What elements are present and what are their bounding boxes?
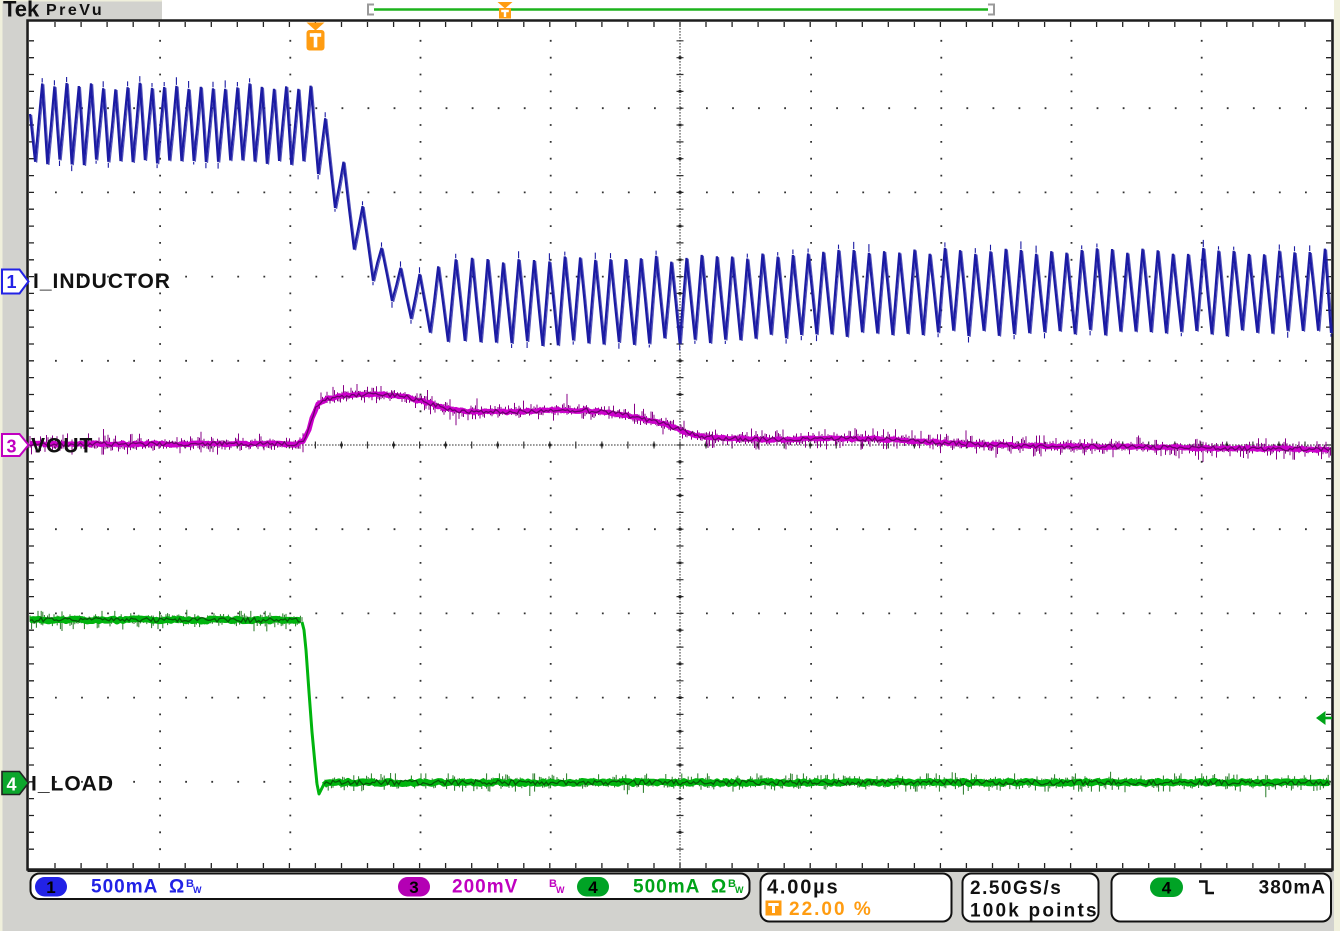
svg-text:W: W — [556, 885, 565, 895]
svg-text:380mA: 380mA — [1259, 878, 1326, 899]
svg-text:500mA: 500mA — [633, 877, 700, 898]
svg-text:W: W — [193, 885, 202, 895]
svg-text:I_INDUCTOR: I_INDUCTOR — [33, 270, 171, 293]
svg-text:Ω: Ω — [711, 877, 726, 898]
svg-text:PreVu: PreVu — [46, 2, 104, 19]
svg-text:3: 3 — [409, 878, 418, 897]
svg-text:100k points: 100k points — [970, 901, 1099, 922]
svg-text:4: 4 — [588, 878, 598, 897]
svg-text:500mA: 500mA — [91, 877, 158, 898]
svg-text:200mV: 200mV — [452, 877, 518, 898]
svg-text:I_LOAD: I_LOAD — [31, 773, 114, 796]
svg-text:22.00 %: 22.00 % — [789, 899, 873, 920]
svg-text:1: 1 — [6, 272, 16, 292]
svg-text:Tek: Tek — [3, 0, 40, 22]
svg-text:Ω: Ω — [169, 877, 184, 898]
svg-text:4: 4 — [6, 775, 16, 795]
svg-text:2.50GS/s: 2.50GS/s — [970, 878, 1062, 899]
svg-text:VOUT: VOUT — [31, 435, 93, 458]
svg-text:3: 3 — [6, 437, 16, 457]
svg-text:1: 1 — [46, 878, 55, 897]
svg-text:W: W — [735, 885, 744, 895]
svg-text:4.00µs: 4.00µs — [767, 877, 839, 899]
svg-text:4: 4 — [1162, 879, 1172, 898]
